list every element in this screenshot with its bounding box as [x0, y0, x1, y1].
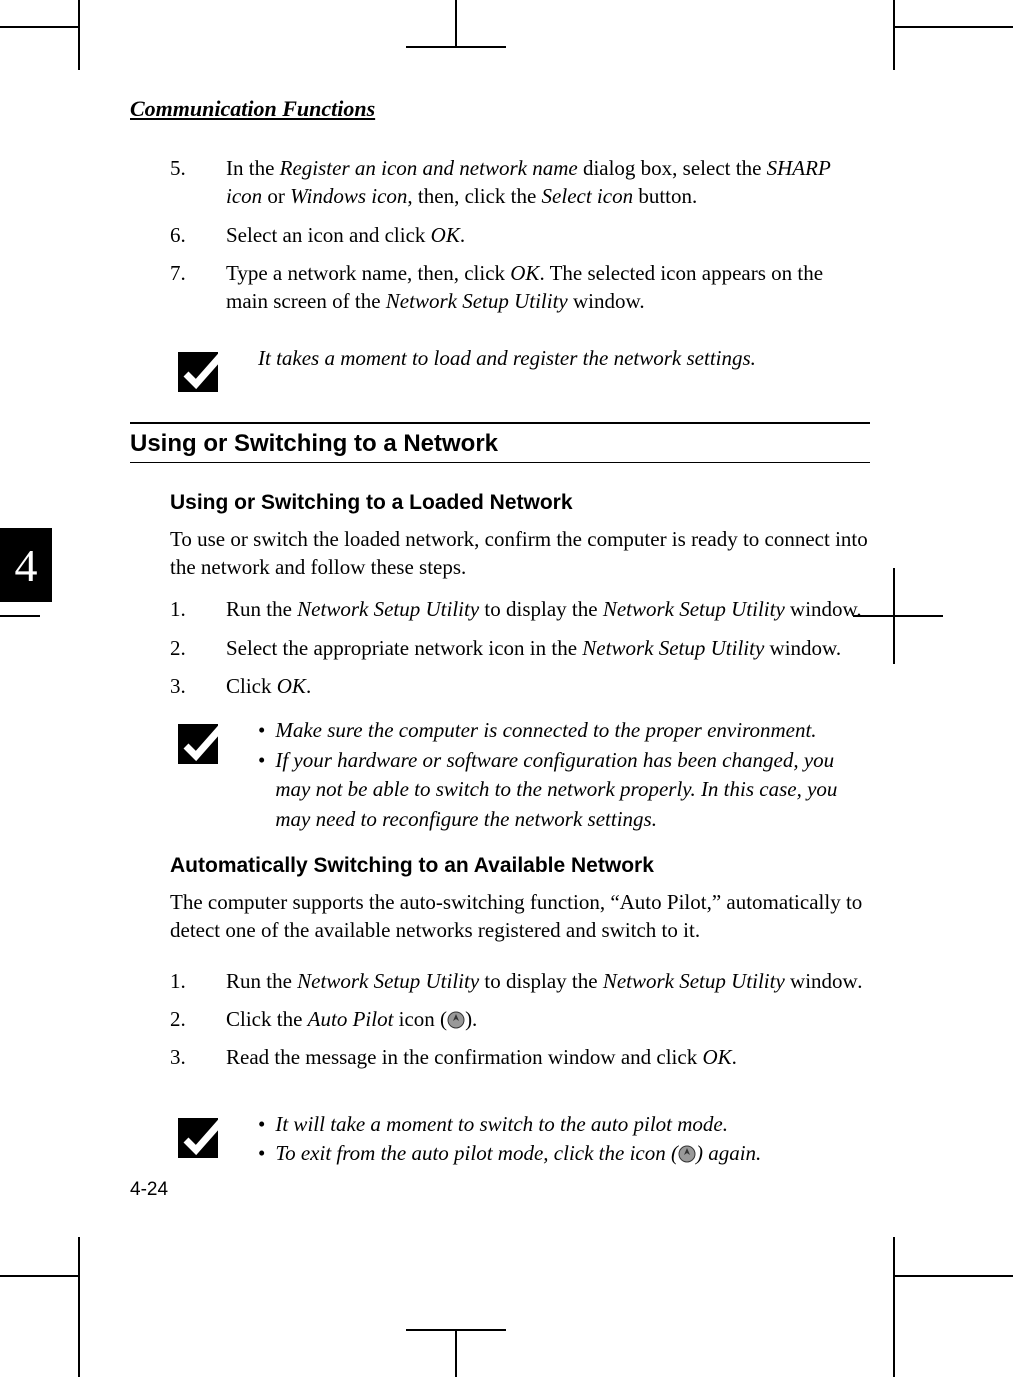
chapter-tab: 4: [0, 528, 52, 602]
page-body: Communication Functions 5. In the Regist…: [130, 96, 870, 1195]
list-number: 1.: [170, 967, 226, 995]
note-bullet: Make sure the computer is connected to t…: [275, 716, 816, 745]
note-bullet: It will take a moment to switch to the a…: [275, 1110, 728, 1139]
subsection-heading: Using or Switching to a Loaded Network: [170, 491, 870, 515]
body-paragraph: To use or switch the loaded network, con…: [170, 525, 870, 582]
list-text: Read the message in the confirmation win…: [226, 1043, 870, 1071]
list-number: 5.: [170, 154, 226, 211]
body-paragraph: The computer supports the auto-switching…: [170, 888, 870, 945]
list-text: Type a network name, then, click OK. The…: [226, 259, 870, 316]
crop-mark: [893, 1237, 895, 1377]
list-text: Select an icon and click OK.: [226, 221, 870, 249]
page-header-title: Communication Functions: [130, 96, 870, 122]
crop-mark: [0, 26, 80, 28]
list-number: 2.: [170, 634, 226, 662]
list-item: 2. Select the appropriate network icon i…: [170, 634, 870, 662]
crop-mark: [893, 568, 895, 664]
list-number: 3.: [170, 1043, 226, 1071]
crop-mark: [406, 46, 506, 48]
list-item: 3. Read the message in the confirmation …: [170, 1043, 870, 1071]
list-item: 1. Run the Network Setup Utility to disp…: [170, 595, 870, 623]
page-number: 4-24: [130, 1179, 168, 1201]
crop-mark: [893, 1275, 1013, 1277]
subsection-heading: Automatically Switching to an Available …: [170, 854, 870, 878]
crop-mark: [406, 1329, 506, 1331]
checkbox-note-icon: [178, 346, 228, 396]
list-item: 3. Click OK.: [170, 672, 870, 700]
list-item: 5. In the Register an icon and network n…: [170, 154, 870, 211]
auto-pilot-icon: [447, 1008, 465, 1026]
list-number: 1.: [170, 595, 226, 623]
list-item: 2. Click the Auto Pilot icon ().: [170, 1005, 870, 1033]
crop-mark: [78, 1237, 80, 1377]
crop-mark: [893, 26, 1013, 28]
list-text: Select the appropriate network icon in t…: [226, 634, 870, 662]
list-item: 1. Run the Network Setup Utility to disp…: [170, 967, 870, 995]
note-bullet: To exit from the auto pilot mode, click …: [275, 1139, 761, 1168]
list-number: 6.: [170, 221, 226, 249]
checkbox-note-icon: [178, 718, 228, 768]
crop-mark: [455, 0, 457, 48]
list-item: 6. Select an icon and click OK.: [170, 221, 870, 249]
checkbox-note-icon: [178, 1112, 228, 1162]
auto-pilot-icon: [678, 1142, 696, 1160]
list-text: Run the Network Setup Utility to display…: [226, 967, 870, 995]
note-text: It will take a moment to switch to the a…: [258, 1108, 870, 1169]
crop-mark: [0, 615, 40, 617]
list-item: 7. Type a network name, then, click OK. …: [170, 259, 870, 316]
list-text: Click OK.: [226, 672, 870, 700]
section-heading: Using or Switching to a Network: [130, 430, 870, 463]
list-number: 2.: [170, 1005, 226, 1033]
note-block: Make sure the computer is connected to t…: [170, 714, 870, 834]
note-block: It takes a moment to load and register t…: [170, 342, 870, 396]
list-text: In the Register an icon and network name…: [226, 154, 870, 211]
note-block: It will take a moment to switch to the a…: [170, 1108, 870, 1169]
list-number: 3.: [170, 672, 226, 700]
crop-mark: [78, 0, 80, 70]
note-bullet: If your hardware or software configurati…: [275, 746, 870, 834]
note-text: Make sure the computer is connected to t…: [258, 714, 870, 834]
crop-mark: [455, 1329, 457, 1377]
list-number: 7.: [170, 259, 226, 316]
list-text: Run the Network Setup Utility to display…: [226, 595, 870, 623]
section-rule: [130, 422, 870, 424]
list-text: Click the Auto Pilot icon ().: [226, 1005, 870, 1033]
crop-mark: [0, 1275, 80, 1277]
note-text: It takes a moment to load and register t…: [258, 342, 870, 373]
crop-mark: [893, 0, 895, 70]
